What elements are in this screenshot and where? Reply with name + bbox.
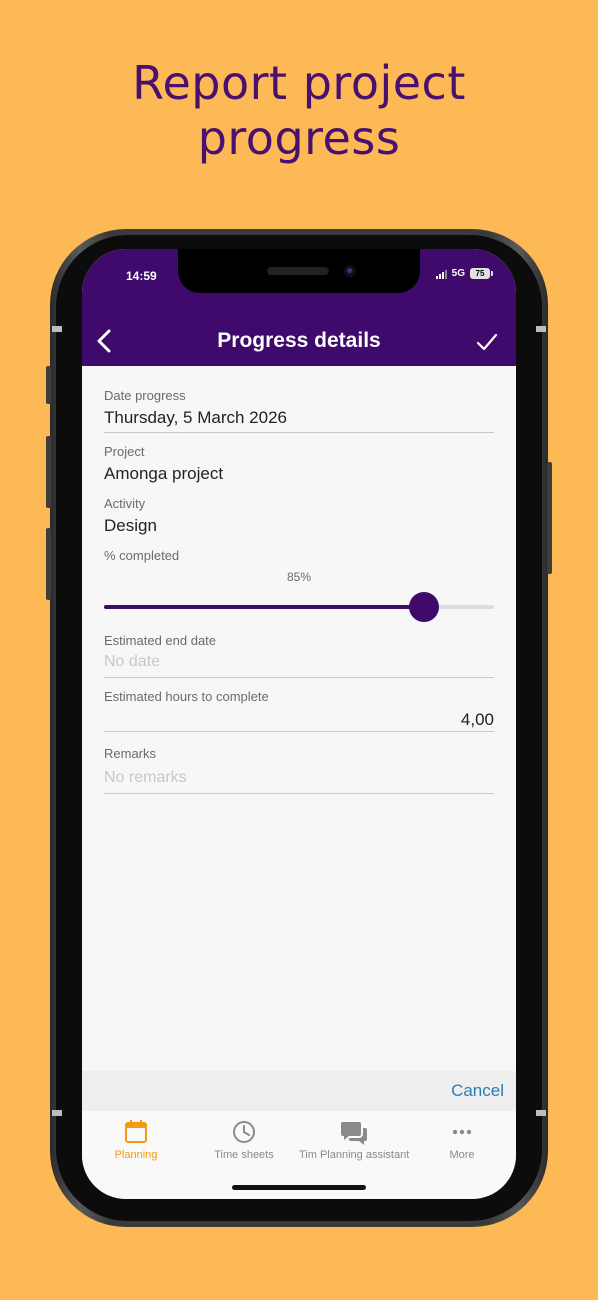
antenna-band	[52, 326, 62, 332]
page-title: Progress details	[217, 329, 381, 352]
date-progress-field[interactable]: Thursday, 5 March 2026	[104, 408, 287, 428]
field-underline	[104, 793, 494, 794]
front-camera	[344, 265, 356, 277]
mute-switch	[46, 366, 51, 404]
slider-thumb[interactable]	[408, 592, 439, 622]
date-progress-label: Date progress	[104, 388, 186, 403]
remarks-label: Remarks	[104, 746, 157, 761]
battery-icon: 75	[470, 268, 493, 279]
chat-bubbles-icon	[299, 1119, 407, 1145]
promo-headline-line1: Report project	[132, 56, 466, 110]
action-bar: Cancel	[82, 1071, 516, 1111]
status-indicators: 5G 75	[435, 268, 493, 279]
signal-icon	[435, 269, 447, 279]
promo-headline: Report project progress	[0, 56, 598, 166]
promo-headline-line2: progress	[197, 111, 401, 165]
calendar-icon	[82, 1119, 190, 1145]
tab-label: Planning	[114, 1149, 158, 1161]
cancel-button[interactable]: Cancel	[451, 1081, 504, 1101]
tab-label: Tim Planning assistant	[299, 1149, 410, 1161]
clock-icon	[190, 1119, 298, 1145]
power-button	[547, 462, 552, 574]
antenna-band	[536, 326, 546, 332]
tab-label: More	[449, 1149, 475, 1161]
project-value: Amonga project	[104, 464, 224, 483]
notch	[178, 249, 420, 293]
more-dots-icon	[408, 1119, 516, 1145]
antenna-band	[536, 1110, 546, 1116]
activity-value: Design	[104, 516, 157, 535]
slider-fill	[104, 605, 424, 609]
antenna-band	[52, 1110, 62, 1116]
field-underline	[104, 731, 494, 732]
hours-field[interactable]: 4,00	[461, 710, 494, 730]
hours-label: Estimated hours to complete	[104, 689, 269, 704]
percent-value: 85%	[286, 570, 312, 584]
activity-label: Activity	[104, 496, 146, 511]
checkmark-icon	[476, 333, 498, 351]
battery-level: 75	[475, 269, 485, 278]
network-type: 5G	[451, 268, 465, 279]
status-time: 14:59	[126, 269, 157, 283]
end-date-label: Estimated end date	[104, 633, 217, 648]
end-date-field[interactable]: No date	[104, 653, 160, 671]
phone-screen: 14:59 5G 75 Progress details Date progre…	[82, 249, 516, 1199]
app-header: 14:59 5G 75 Progress details	[82, 249, 516, 366]
speaker-grille	[267, 267, 329, 275]
percent-completed-label: % completed	[104, 548, 180, 563]
field-underline	[104, 432, 494, 433]
project-label: Project	[104, 444, 145, 459]
percent-slider[interactable]	[104, 592, 494, 622]
remarks-field[interactable]: No remarks	[104, 769, 187, 787]
volume-down-button	[46, 528, 51, 600]
volume-up-button	[46, 436, 51, 508]
home-indicator	[232, 1185, 366, 1190]
tab-label: Time sheets	[214, 1149, 274, 1161]
field-underline	[104, 677, 494, 678]
save-button[interactable]	[474, 329, 500, 355]
